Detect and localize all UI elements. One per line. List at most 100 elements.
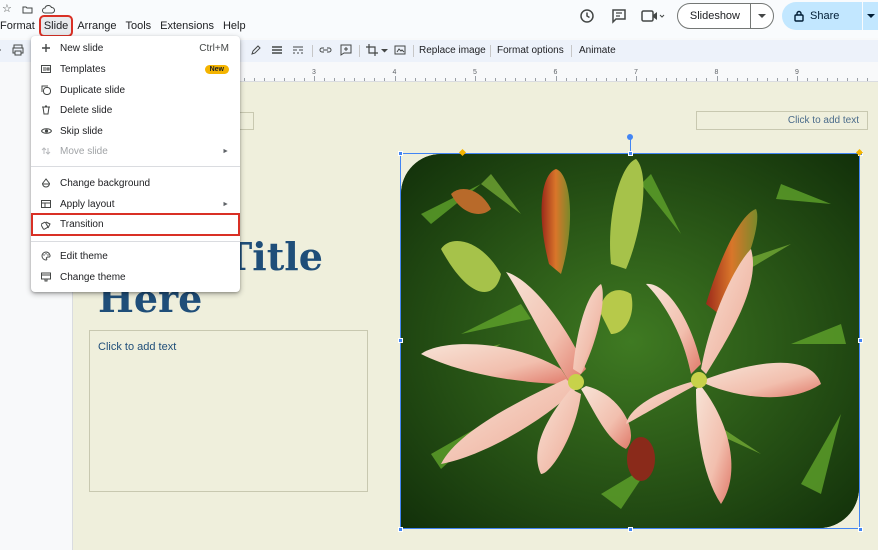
reset-image-icon[interactable] bbox=[394, 44, 406, 59]
menu-help[interactable]: Help bbox=[220, 17, 249, 35]
rotation-handle[interactable] bbox=[627, 134, 633, 140]
ruler-tick bbox=[394, 76, 396, 81]
submenu-arrow-icon: ► bbox=[222, 147, 229, 155]
ruler-tick bbox=[676, 78, 678, 81]
ruler-tick bbox=[424, 78, 426, 81]
top-right-placeholder[interactable]: Click to add text bbox=[696, 111, 868, 130]
print-icon[interactable] bbox=[12, 44, 24, 59]
ruler-number: 7 bbox=[634, 69, 638, 76]
lily-photo bbox=[401, 154, 859, 528]
menu-item-templates[interactable]: Templates New bbox=[31, 59, 240, 79]
menu-tools[interactable]: Tools bbox=[122, 17, 154, 35]
menu-item-transition[interactable]: Transition bbox=[31, 213, 240, 236]
ruler-tick bbox=[837, 78, 839, 81]
zoom-fragment-icon[interactable] bbox=[0, 44, 3, 59]
border-dash-icon[interactable] bbox=[292, 44, 304, 59]
duplicate-icon bbox=[34, 85, 58, 95]
menu-item-duplicate-slide[interactable]: Duplicate slide bbox=[31, 80, 240, 100]
cloud-status-icon[interactable] bbox=[42, 4, 55, 15]
doc-status-icons: ☆ bbox=[2, 4, 55, 15]
ruler-tick bbox=[414, 78, 416, 81]
share-button[interactable]: Share bbox=[782, 2, 862, 30]
placeholder-box[interactable] bbox=[238, 112, 254, 130]
comment-icon[interactable] bbox=[603, 2, 635, 30]
menu-extensions[interactable]: Extensions bbox=[157, 17, 217, 35]
ruler-tick bbox=[746, 78, 748, 81]
lock-icon bbox=[794, 10, 804, 22]
ruler-tick bbox=[364, 78, 366, 81]
crop-icon[interactable] bbox=[366, 44, 378, 59]
menu-item-delete-slide[interactable]: Delete slide bbox=[31, 100, 240, 120]
slideshow-label[interactable]: Slideshow bbox=[678, 4, 751, 28]
menu-item-skip-slide[interactable]: Skip slide bbox=[31, 121, 240, 141]
selected-image[interactable] bbox=[400, 153, 860, 529]
menu-item-label: Edit theme bbox=[60, 250, 108, 262]
menu-item-edit-theme[interactable]: Edit theme bbox=[31, 246, 240, 266]
menu-item-move-slide[interactable]: Move slide ► bbox=[31, 141, 240, 161]
resize-handle[interactable] bbox=[398, 151, 403, 156]
ruler-tick bbox=[565, 78, 567, 81]
link-icon[interactable] bbox=[319, 44, 332, 59]
menu-slide[interactable]: Slide bbox=[38, 15, 74, 37]
menu-item-change-background[interactable]: Change background bbox=[31, 173, 240, 193]
menu-item-new-slide[interactable]: New slide Ctrl+M bbox=[31, 38, 240, 58]
ruler-tick bbox=[374, 78, 376, 81]
slideshow-button[interactable]: Slideshow bbox=[676, 3, 774, 29]
ruler-number: 8 bbox=[714, 69, 719, 76]
ruler-tick bbox=[515, 78, 517, 81]
resize-handle[interactable] bbox=[858, 527, 863, 532]
move-icon bbox=[34, 146, 58, 156]
resize-handle[interactable] bbox=[398, 527, 403, 532]
crop-dropdown-icon[interactable] bbox=[381, 44, 388, 59]
resize-handle[interactable] bbox=[628, 151, 633, 156]
ruler-tick bbox=[756, 78, 758, 81]
resize-handle[interactable] bbox=[858, 338, 863, 343]
move-folder-icon[interactable] bbox=[22, 4, 33, 15]
palette-icon bbox=[34, 251, 58, 261]
layout-icon bbox=[34, 199, 58, 209]
ruler-tick bbox=[444, 78, 446, 81]
ruler-tick bbox=[293, 78, 295, 81]
body-text-box[interactable]: Click to add text bbox=[89, 330, 368, 492]
ruler-tick bbox=[545, 78, 547, 81]
slide-menu-dropdown: New slide Ctrl+M Templates New Duplicate… bbox=[31, 36, 240, 292]
menu-arrange[interactable]: Arrange bbox=[74, 17, 119, 35]
share-dropdown-icon[interactable] bbox=[862, 2, 878, 30]
ruler-tick bbox=[555, 76, 557, 81]
add-comment-icon[interactable] bbox=[340, 44, 352, 59]
border-weight-icon[interactable] bbox=[271, 44, 283, 59]
resize-handle[interactable] bbox=[398, 338, 403, 343]
menu-item-label: Skip slide bbox=[60, 125, 103, 137]
replace-image-button[interactable]: Replace image bbox=[419, 45, 486, 56]
menu-item-change-theme[interactable]: Change theme bbox=[31, 267, 240, 287]
ruler-number: 9 bbox=[795, 69, 799, 76]
chevron-down-icon[interactable] bbox=[751, 4, 773, 28]
ruler-tick bbox=[464, 78, 466, 81]
history-icon[interactable] bbox=[571, 2, 603, 30]
meet-icon[interactable] bbox=[635, 2, 671, 30]
menu-format[interactable]: Format bbox=[0, 17, 38, 35]
toolbar-divider bbox=[413, 45, 414, 57]
animate-button[interactable]: Animate bbox=[579, 45, 616, 56]
ruler-tick bbox=[716, 76, 718, 81]
format-options-button[interactable]: Format options bbox=[497, 45, 564, 56]
ruler-number: 6 bbox=[553, 69, 558, 76]
share-label: Share bbox=[810, 10, 840, 22]
pen-icon[interactable] bbox=[250, 44, 262, 59]
menu-item-apply-layout[interactable]: Apply layout ► bbox=[31, 194, 240, 214]
fill-icon bbox=[34, 178, 58, 188]
ruler-tick bbox=[636, 76, 637, 81]
ruler-tick bbox=[354, 78, 356, 81]
ruler-tick bbox=[505, 78, 507, 81]
ruler-tick bbox=[786, 78, 788, 81]
ruler-tick bbox=[625, 78, 627, 81]
ruler-tick bbox=[575, 78, 577, 81]
toolbar-divider bbox=[490, 45, 491, 57]
resize-handle[interactable] bbox=[628, 527, 633, 532]
menu-item-label: Templates bbox=[60, 63, 106, 75]
ruler-tick bbox=[776, 78, 778, 81]
ruler-tick bbox=[736, 78, 738, 81]
toolbar-divider bbox=[312, 45, 313, 57]
ruler-tick bbox=[525, 78, 527, 81]
star-icon[interactable]: ☆ bbox=[2, 4, 13, 15]
